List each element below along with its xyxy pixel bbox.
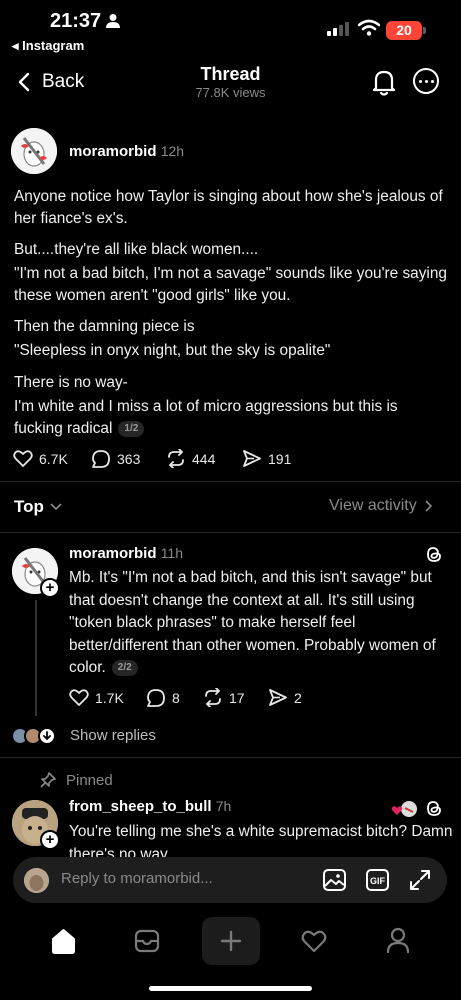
page-indicator: 1/2 (118, 421, 145, 437)
pinned-author[interactable]: from_sheep_to_bull 7h (69, 798, 231, 815)
post-last-paragraph: I'm white and I miss a lot of micro aggr… (14, 396, 450, 440)
status-time: 21:37 (50, 10, 102, 32)
repost-count: 444 (192, 450, 216, 467)
comment-button[interactable]: 363 (91, 449, 140, 469)
repost-icon (168, 449, 184, 468)
repost-button[interactable]: 444 (166, 449, 215, 468)
more-icon-dot (418, 79, 422, 83)
username[interactable]: moramorbid (69, 545, 157, 562)
pinned-time: 7h (215, 798, 232, 814)
sort-dropdown[interactable]: Top (14, 497, 62, 517)
post-paragraph: There is no way- (14, 374, 128, 391)
like-count: 6.7K (39, 450, 68, 467)
repost-count: 17 (229, 689, 245, 706)
gif-icon[interactable]: GIF (365, 868, 390, 892)
reply-time: 11h (160, 545, 184, 561)
like-button[interactable]: 6.7K (13, 449, 68, 468)
page-indicator: 2/2 (111, 660, 138, 676)
follow-button[interactable]: + (40, 830, 60, 850)
avatar-image (24, 868, 49, 893)
pinned-text: Pinned (66, 772, 113, 789)
comment-button[interactable]: 8 (146, 688, 180, 708)
like-button[interactable]: 1.7K (69, 688, 124, 707)
expand-replies-icon[interactable] (38, 727, 56, 745)
comment-icon (92, 450, 110, 468)
more-icon-dot (430, 79, 434, 83)
threads-icon[interactable] (425, 545, 443, 564)
battery-nub (423, 27, 426, 34)
comment-count: 8 (172, 690, 180, 706)
share-icon (243, 450, 261, 467)
repost-button[interactable]: 17 (203, 688, 245, 707)
username[interactable]: moramorbid (69, 143, 157, 160)
heart-icon (13, 450, 33, 467)
home-icon[interactable] (50, 928, 77, 954)
follow-button[interactable]: + (40, 578, 60, 598)
composer-avatar (24, 868, 49, 893)
inbox-icon[interactable] (134, 929, 160, 953)
username[interactable]: from_sheep_to_bull (69, 798, 212, 815)
more-icon-dot (424, 79, 428, 83)
post-paragraph: Then the damning piece is (14, 318, 195, 335)
wifi-icon (358, 19, 380, 36)
share-button[interactable]: 191 (242, 449, 291, 468)
expand-icon[interactable] (408, 868, 432, 892)
image-icon[interactable] (322, 868, 347, 892)
comment-count: 363 (117, 451, 141, 467)
repost-icon (205, 688, 221, 707)
profile-icon[interactable] (386, 927, 410, 954)
sort-label: Top (14, 497, 44, 516)
share-count: 191 (268, 450, 292, 467)
post-paragraph: Anyone notice how Taylor is singing abou… (14, 188, 443, 227)
post-paragraph: I'm white and I miss a lot of micro aggr… (14, 398, 398, 437)
pin-icon (40, 772, 56, 788)
more-options-button[interactable] (413, 68, 439, 94)
activity-icon[interactable] (301, 929, 327, 953)
threads-icon[interactable] (425, 799, 443, 818)
divider (0, 532, 461, 533)
plus-icon (220, 930, 242, 952)
avatar-image (11, 128, 57, 174)
heart-icon (69, 689, 89, 706)
post-paragraph: "I'm not a bad bitch, I'm not a savage" … (14, 265, 447, 304)
view-activity-link[interactable]: View activity (329, 497, 433, 515)
post-paragraph: But....they're all like black women.... (14, 241, 259, 258)
view-activity-label: View activity (329, 497, 417, 514)
post-time: 12h (160, 143, 185, 159)
like-count: 1.7K (95, 689, 124, 706)
bell-icon[interactable] (371, 68, 397, 96)
chevron-down-icon (50, 503, 62, 511)
divider (0, 757, 461, 758)
person-icon (106, 14, 120, 28)
chevron-right-icon (425, 500, 432, 512)
back-to-app-link[interactable]: ◂ Instagram (12, 38, 84, 54)
comment-icon (147, 689, 165, 707)
post-author[interactable]: moramorbid 12h (69, 143, 184, 160)
reply-composer[interactable]: GIF (13, 857, 447, 903)
svg-text:GIF: GIF (370, 876, 386, 886)
share-count: 2 (294, 689, 302, 706)
pinned-label: Pinned (40, 772, 113, 789)
avatar[interactable] (11, 128, 57, 174)
reply-body: Mb. It's "I'm not a bad bitch, and this … (69, 567, 454, 680)
home-indicator (149, 986, 312, 991)
share-button[interactable]: 2 (268, 688, 302, 707)
post-paragraph: "Sleepless in onyx night, but the sky is… (14, 342, 331, 359)
pinned-text-body: You're telling me she's a white supremac… (69, 823, 453, 857)
reply-input[interactable] (61, 870, 301, 887)
signal-icon (327, 22, 349, 36)
liked-by-author-icon (391, 801, 417, 817)
share-icon (269, 689, 287, 706)
thread-line (35, 600, 37, 716)
new-post-button[interactable] (202, 917, 260, 965)
divider (0, 481, 461, 482)
arrow-down-icon (43, 731, 51, 741)
battery-indicator: 20 (386, 21, 422, 40)
show-replies-link[interactable]: Show replies (70, 727, 156, 744)
reply-author[interactable]: moramorbid 11h (69, 545, 183, 562)
